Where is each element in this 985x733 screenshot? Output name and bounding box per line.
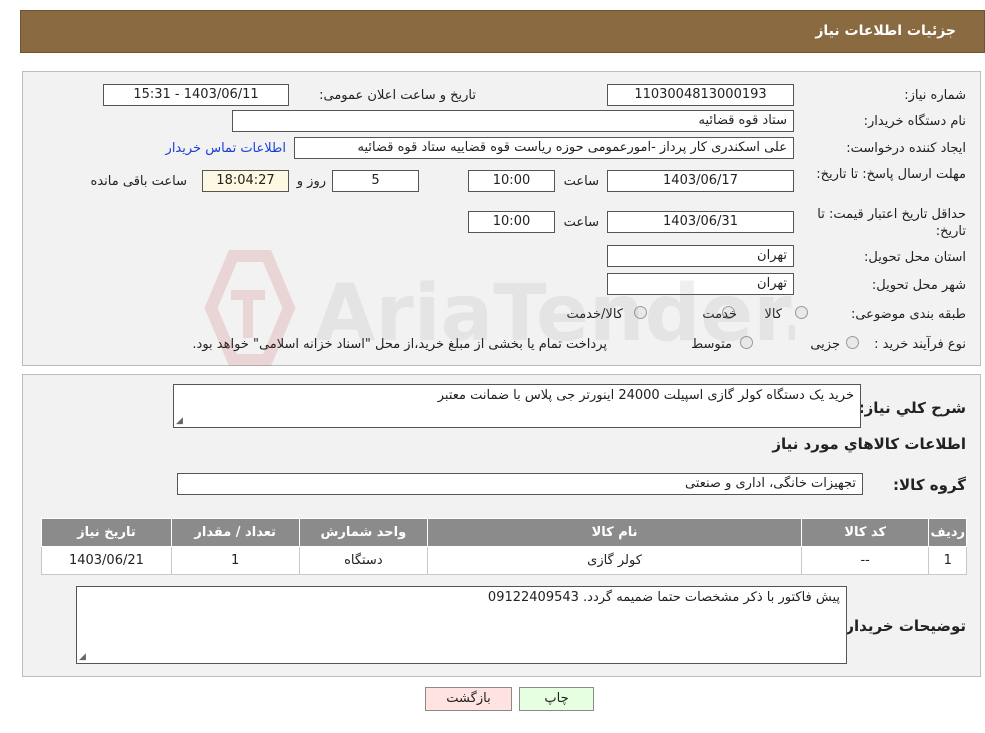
remaining-time-label: ساعت باقی مانده bbox=[90, 174, 187, 189]
province-label: استان محل تحویل: bbox=[864, 250, 966, 265]
cell-code: -- bbox=[800, 546, 930, 575]
need-info-panel: شماره نیاز: 1103004813000193 تاریخ و ساع… bbox=[22, 71, 981, 366]
col-code-header: کد کالا bbox=[800, 518, 930, 547]
category-goods-service-radio[interactable] bbox=[634, 306, 647, 319]
resize-grip-icon[interactable]: ◢ bbox=[79, 652, 86, 662]
page-title: جزئیات اطلاعات نیاز bbox=[815, 23, 956, 39]
resize-grip-icon[interactable]: ◢ bbox=[176, 416, 183, 426]
process-medium-label: متوسط bbox=[691, 337, 732, 352]
requester-label: ایجاد کننده درخواست: bbox=[846, 141, 966, 156]
buyer-org-field: ستاد قوه قضائیه bbox=[232, 110, 794, 132]
city-label: شهر محل تحویل: bbox=[871, 278, 966, 293]
buyer-contact-link[interactable]: اطلاعات تماس خریدار bbox=[166, 141, 286, 156]
goods-group-field: تجهیزات خانگی، اداری و صنعتی bbox=[177, 473, 863, 495]
need-number-field: 1103004813000193 bbox=[607, 84, 794, 106]
validity-time-field: 10:00 bbox=[468, 211, 555, 233]
col-row-header: رديف bbox=[928, 518, 967, 547]
cell-name: کولر گازی bbox=[427, 546, 802, 575]
days-remaining-field: 5 bbox=[332, 170, 419, 192]
col-date-header: تاریخ نیاز bbox=[41, 518, 172, 547]
back-button[interactable]: بازگشت bbox=[425, 687, 512, 711]
need-details-panel: شرح کلي نياز: خرید یک دستگاه کولر گازی ا… bbox=[22, 374, 981, 677]
validity-time-label: ساعت bbox=[563, 215, 599, 230]
deadline-time-label: ساعت bbox=[563, 174, 599, 189]
summary-text: خرید یک دستگاه کولر گازی اسپیلت 24000 ای… bbox=[437, 388, 854, 403]
province-field: تهران bbox=[607, 245, 794, 267]
buyer-org-label: نام دستگاه خریدار: bbox=[863, 114, 966, 129]
remaining-time-field: 18:04:27 bbox=[202, 170, 289, 192]
city-field: تهران bbox=[607, 273, 794, 295]
category-goods-radio[interactable] bbox=[795, 306, 808, 319]
category-service-label: خدمت bbox=[702, 307, 737, 322]
cell-row: 1 bbox=[928, 546, 967, 575]
table-header-row: رديف کد کالا نام کالا واحد شمارش تعداد /… bbox=[41, 518, 967, 547]
deadline-date-field: 1403/06/17 bbox=[607, 170, 794, 192]
process-minor-radio[interactable] bbox=[846, 336, 859, 349]
goods-table: رديف کد کالا نام کالا واحد شمارش تعداد /… bbox=[41, 518, 967, 575]
min-validity-label: حداقل تاریخ اعتبار قیمت: تا تاریخ: bbox=[817, 207, 966, 239]
validity-date-field: 1403/06/31 bbox=[607, 211, 794, 233]
category-goods-label: کالا bbox=[764, 307, 782, 322]
deadline-label: مهلت ارسال پاسخ: تا تاریخ: bbox=[816, 167, 966, 182]
announce-label: تاریخ و ساعت اعلان عمومی: bbox=[319, 88, 476, 103]
cell-unit: دستگاه bbox=[298, 546, 429, 575]
process-medium-radio[interactable] bbox=[740, 336, 753, 349]
buyer-notes-label: توضیحات خریدار: bbox=[839, 617, 966, 635]
requester-field: علی اسکندری کار پرداز -امورعمومی حوزه ری… bbox=[294, 137, 794, 159]
process-minor-label: جزیی bbox=[810, 337, 840, 352]
need-number-label: شماره نیاز: bbox=[904, 88, 966, 103]
print-button[interactable]: چاپ bbox=[519, 687, 594, 711]
category-goods-service-label: کالا/خدمت bbox=[566, 307, 623, 322]
col-unit-header: واحد شمارش bbox=[298, 518, 429, 547]
days-label: روز و bbox=[296, 174, 326, 189]
buyer-notes-textarea[interactable]: پیش فاکتور با ذکر مشخصات حتما ضمیمه گردد… bbox=[76, 586, 847, 664]
deadline-time-field: 10:00 bbox=[468, 170, 555, 192]
process-label: نوع فرآیند خرید : bbox=[874, 337, 966, 352]
announce-datetime-field: 1403/06/11 - 15:31 bbox=[103, 84, 289, 106]
summary-textarea[interactable]: خرید یک دستگاه کولر گازی اسپیلت 24000 ای… bbox=[173, 384, 861, 428]
cell-date: 1403/06/21 bbox=[41, 546, 172, 575]
buyer-notes-text: پیش فاکتور با ذکر مشخصات حتما ضمیمه گردد… bbox=[487, 590, 840, 605]
goods-group-label: گروه کالا: bbox=[893, 476, 966, 494]
goods-info-title: اطلاعات کالاهاي مورد نياز bbox=[772, 435, 966, 453]
col-name-header: نام کالا bbox=[427, 518, 802, 547]
table-row: 1 -- کولر گازی دستگاه 1 1403/06/21 bbox=[41, 546, 967, 575]
col-qty-header: تعداد / مقدار bbox=[170, 518, 300, 547]
cell-qty: 1 bbox=[170, 546, 300, 575]
page-header: جزئیات اطلاعات نیاز bbox=[20, 10, 985, 53]
process-note: پرداخت تمام یا بخشی از مبلغ خرید،از محل … bbox=[192, 337, 607, 352]
summary-label: شرح کلي نياز: bbox=[858, 399, 966, 417]
category-label: طبقه بندی موضوعی: bbox=[850, 307, 966, 322]
